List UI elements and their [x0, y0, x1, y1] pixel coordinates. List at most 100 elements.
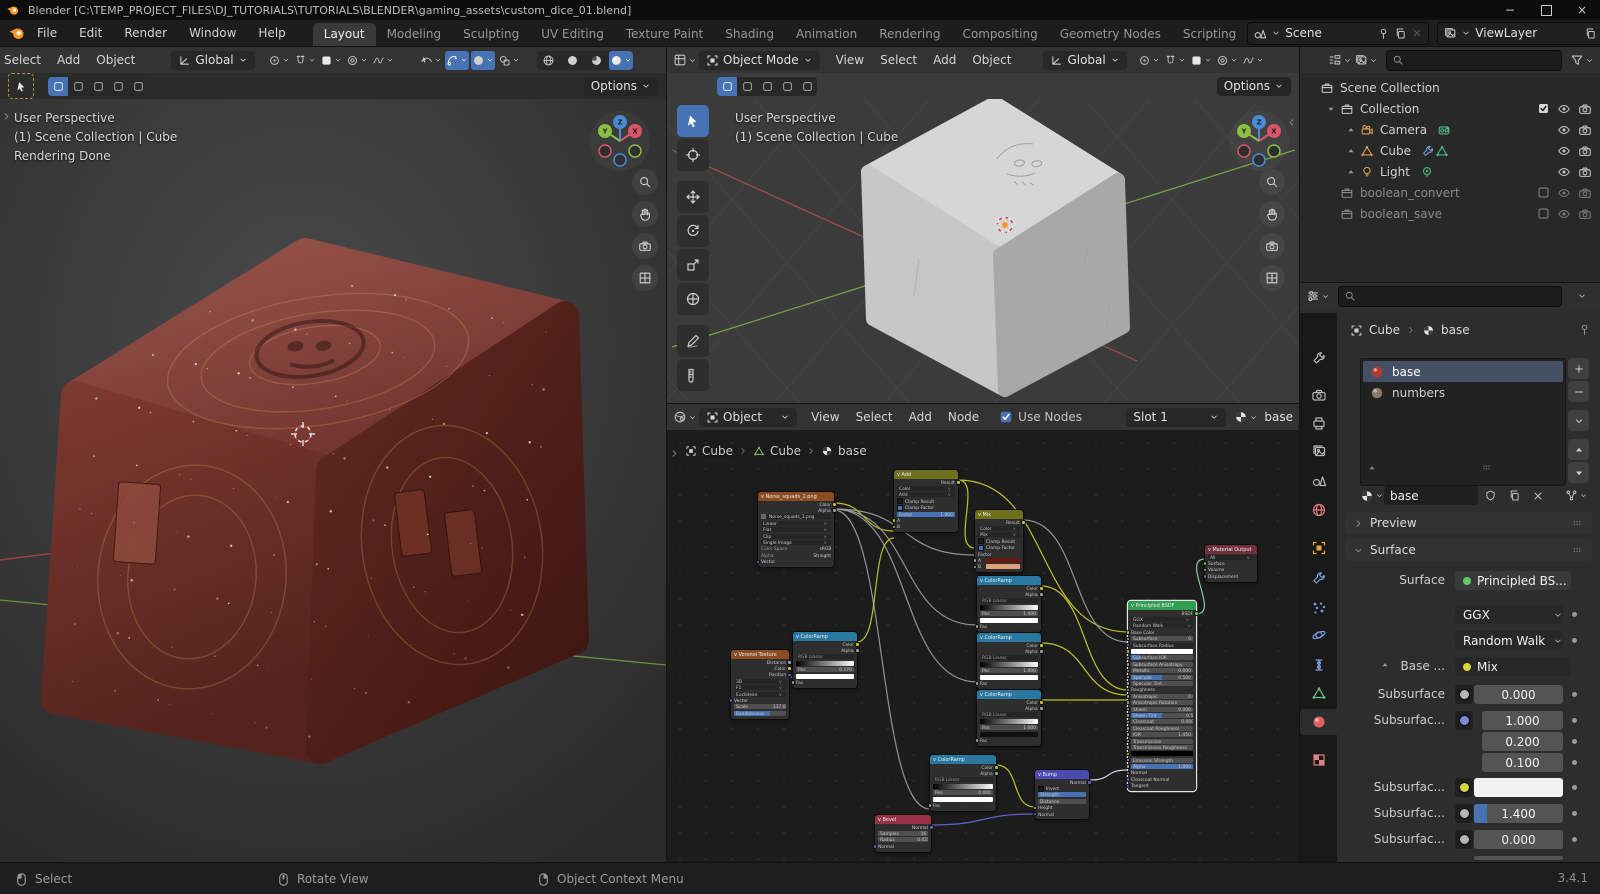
preview-panel-header[interactable]: Preview [1345, 512, 1592, 534]
menu-window[interactable]: Window [178, 26, 247, 40]
menu-object[interactable]: Object [88, 53, 143, 67]
properties-tab-scene[interactable] [1300, 467, 1337, 493]
field-subsurface-radius-0[interactable]: 1.000 [1482, 711, 1563, 730]
outliner-row-light[interactable]: Light [1300, 161, 1600, 182]
node-row-b[interactable]: B [972, 564, 1023, 570]
nav-toggle-ortho[interactable] [632, 265, 658, 291]
properties-tab-modifiers[interactable] [1300, 565, 1337, 591]
collapse-arrow[interactable] [1380, 659, 1390, 673]
properties-tab-tool[interactable] [1300, 345, 1337, 371]
properties-search-input[interactable] [1338, 285, 1562, 307]
material-link-dropdown[interactable] [1564, 486, 1588, 505]
tool-rotate[interactable] [677, 215, 709, 247]
mode-dropdown[interactable]: Object Mode [699, 50, 820, 70]
new-material-icon[interactable] [1502, 486, 1526, 505]
transform-pivot[interactable] [267, 51, 291, 70]
nav-camera-view[interactable] [1259, 233, 1285, 259]
menu-file[interactable]: File [26, 26, 68, 40]
breadcrumb-material[interactable]: base [1441, 323, 1470, 337]
material-slot-base[interactable]: base [1363, 361, 1563, 382]
sidebar-toggle-icon[interactable] [669, 448, 680, 459]
snap-magnet[interactable] [293, 51, 317, 70]
node-row-normal[interactable]: Normal [1032, 811, 1089, 817]
select-mode-subtract[interactable] [88, 76, 108, 96]
node-canvas[interactable]: v Norse_squads_1.png Color Alpha Norse_squa… [667, 404, 1299, 862]
field-subsurface[interactable]: 0.000 [1474, 685, 1563, 704]
expand-icon[interactable] [1326, 104, 1336, 114]
node-colorramp-4[interactable]: v ColorRamp Color Alpha RGB Linear Pos 0.000 F… [927, 755, 999, 811]
expand-icon[interactable] [1346, 146, 1356, 156]
hide-viewport-icon[interactable] [1557, 207, 1571, 221]
outliner-row-scene-collection[interactable]: Scene Collection [1300, 77, 1600, 98]
nav-zoom[interactable] [1259, 169, 1285, 195]
transform-pivot[interactable] [1137, 51, 1161, 70]
field-color[interactable] [1474, 778, 1563, 797]
snap-target[interactable] [1189, 51, 1213, 70]
sidebar-toggle-icon[interactable] [1, 111, 12, 122]
shading-wireframe[interactable] [537, 51, 561, 70]
nav-toggle-ortho[interactable] [1259, 265, 1285, 291]
options-dropdown[interactable]: Options [583, 76, 658, 96]
hide-viewport-icon[interactable] [1557, 144, 1571, 158]
node-row-tangent[interactable]: Tangent [1125, 783, 1196, 789]
pin-icon[interactable] [1578, 323, 1591, 336]
outliner-row-boolean-convert[interactable]: boolean_convert [1300, 182, 1600, 203]
tool-move[interactable] [677, 181, 709, 213]
hide-viewport-icon[interactable] [1557, 165, 1571, 179]
workspace-tab-sculpting[interactable]: Sculpting [452, 23, 530, 46]
properties-tab-material[interactable] [1300, 709, 1337, 735]
menu-edit[interactable]: Edit [68, 26, 113, 40]
menu-view[interactable]: View [828, 53, 872, 67]
properties-tab-world[interactable] [1300, 497, 1337, 523]
menu-help[interactable]: Help [247, 26, 296, 40]
disable-render-icon[interactable] [1578, 207, 1592, 221]
hide-viewport-icon[interactable] [1557, 102, 1571, 116]
workspace-tab-animation[interactable]: Animation [785, 23, 868, 46]
node-row-displacement[interactable]: Displacement [1202, 573, 1257, 579]
select-mode-invert[interactable] [777, 76, 797, 96]
browse-material-dropdown[interactable] [1360, 486, 1384, 505]
shading-solid[interactable] [561, 51, 585, 70]
tool-measure[interactable] [677, 359, 709, 391]
snap-target[interactable] [319, 51, 343, 70]
expand-icon[interactable] [1367, 463, 1377, 473]
overlays[interactable] [497, 51, 521, 70]
nav-zoom[interactable] [632, 169, 658, 195]
snap-arc[interactable] [444, 50, 469, 70]
node-add[interactable]: v Add Result Color v Add v Clamp Result Clamp F… [891, 470, 961, 533]
tool-cursor[interactable] [677, 139, 709, 171]
properties-tab-output[interactable] [1300, 410, 1337, 436]
outliner-search-input[interactable] [1386, 49, 1562, 71]
browse-material-dropdown[interactable] [1234, 408, 1258, 427]
menu-node[interactable]: Node [940, 410, 987, 424]
button-move-slot-up[interactable] [1568, 439, 1589, 460]
material-name-label[interactable]: base [1264, 410, 1293, 424]
select-random-walk[interactable]: Random Walk [1455, 631, 1563, 650]
checkbox-empty-icon[interactable] [1537, 186, 1550, 200]
active-tool-tweak[interactable] [8, 73, 34, 99]
node-colorramp-left[interactable]: v ColorRamp Color Alpha RGB Linear Pos 0.170 F… [790, 632, 860, 688]
button-add-slot[interactable] [1568, 358, 1589, 379]
maximize-button[interactable] [1528, 0, 1564, 20]
node-colorramp-3[interactable]: v ColorRamp Color Alpha RGB Linear Pos 1.000 F… [974, 690, 1044, 746]
select-mode-subtract[interactable] [757, 76, 777, 96]
workspace-tab-shading[interactable]: Shading [714, 23, 785, 46]
editor-type-dropdown[interactable] [673, 408, 697, 427]
button-slot-specials[interactable] [1568, 410, 1589, 431]
scene-selector[interactable]: Scene [1247, 21, 1430, 45]
tool-tweak-select[interactable] [677, 105, 709, 137]
node-row-b[interactable]: B [891, 524, 958, 530]
node-row-normal[interactable]: Normal [872, 843, 931, 849]
unlink-icon[interactable] [1526, 486, 1550, 505]
outliner-filter-mode-dropdown[interactable] [1354, 51, 1378, 70]
node-bump[interactable]: v BumpNormalInvertStrength1.000Distance1… [1032, 770, 1092, 820]
outliner-row-camera[interactable]: Camera [1300, 119, 1600, 140]
outliner-row-boolean-save[interactable]: boolean_save [1300, 203, 1600, 224]
button-remove-slot[interactable] [1568, 381, 1589, 402]
workspace-tab-uv-editing[interactable]: UV Editing [530, 23, 615, 46]
disable-render-icon[interactable] [1578, 123, 1592, 137]
workspace-tab-geometry-nodes[interactable]: Geometry Nodes [1049, 23, 1172, 46]
menu-add[interactable]: Add [925, 53, 964, 67]
disable-render-icon[interactable] [1578, 102, 1592, 116]
outliner-filter-dropdown[interactable] [1570, 51, 1594, 70]
